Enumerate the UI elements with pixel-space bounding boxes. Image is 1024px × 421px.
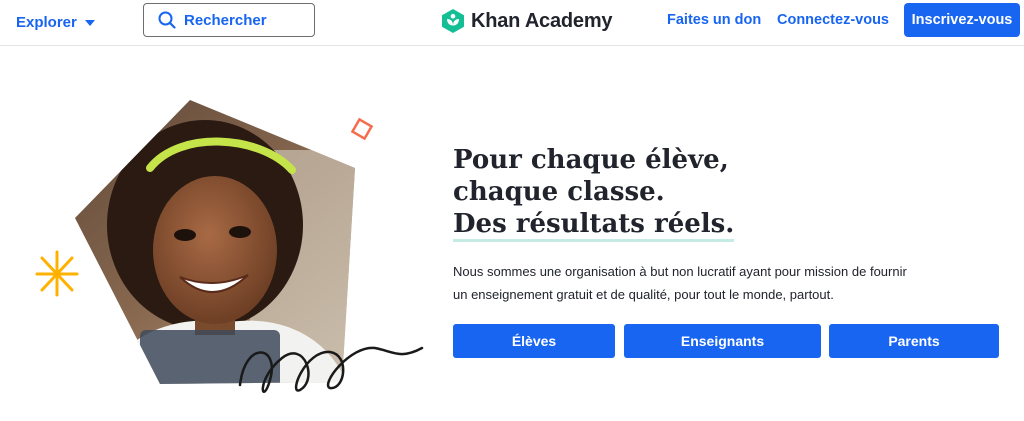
donate-link[interactable]: Faites un don (667, 12, 761, 28)
search-icon (158, 11, 176, 29)
hero-headline: Pour chaque élève, chaque classe. Des ré… (453, 144, 735, 242)
search-input[interactable] (184, 11, 304, 29)
explore-label: Explorer (16, 13, 77, 31)
search-box[interactable] (143, 3, 315, 37)
student-photo (75, 100, 355, 384)
khan-academy-logo-icon (442, 9, 464, 33)
headline-line-1: Pour chaque élève, (453, 145, 729, 175)
headline-line-2: chaque classe. (453, 177, 665, 207)
signup-button[interactable]: Inscrivez-vous (904, 3, 1020, 37)
login-link[interactable]: Connectez-vous (777, 12, 889, 28)
headline-line-3: Des résultats réels. (453, 209, 735, 242)
explore-menu-button[interactable]: Explorer (16, 12, 95, 32)
teachers-button[interactable]: Enseignants (624, 324, 821, 358)
logo-text: Khan Academy (471, 9, 613, 32)
hero-illustration (30, 90, 430, 410)
khan-academy-logo[interactable]: Khan Academy (441, 8, 613, 34)
students-button[interactable]: Élèves (453, 324, 615, 358)
caret-down-icon (84, 20, 95, 26)
top-header: Explorer Khan Academy Faites un don Conn… (0, 0, 1024, 46)
parents-button[interactable]: Parents (829, 324, 999, 358)
yellow-burst-decoration (35, 250, 79, 297)
hero-subtitle: Nous sommes une organisation à but non l… (453, 264, 907, 302)
orange-diamond-decoration (350, 117, 374, 141)
